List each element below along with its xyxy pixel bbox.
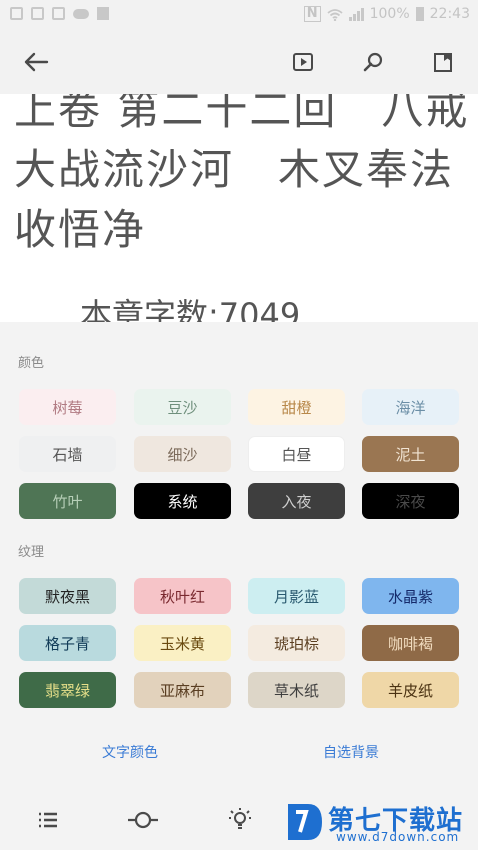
- texture-swatch[interactable]: 亚麻布: [134, 672, 231, 708]
- texture-swatch[interactable]: 默夜黑: [19, 578, 116, 614]
- battery-icon: [415, 7, 424, 21]
- brightness-button[interactable]: [127, 804, 159, 836]
- color-swatch[interactable]: 竹叶: [19, 483, 116, 519]
- texture-swatch[interactable]: 翡翠绿: [19, 672, 116, 708]
- arrow-left-icon: [24, 52, 49, 72]
- color-swatch[interactable]: 甜橙: [248, 389, 345, 425]
- texture-swatch[interactable]: 草木纸: [248, 672, 345, 708]
- nfc-icon: N: [303, 6, 321, 22]
- reading-page[interactable]: 上卷 第二十二回 八戒大战流沙河 木叉奉法收悟净 本章字数:7049: [0, 94, 478, 322]
- d7down-logo-icon: [288, 804, 322, 840]
- search-button[interactable]: [357, 46, 389, 78]
- color-swatch[interactable]: 泥土: [362, 436, 459, 472]
- night-mode-button[interactable]: [224, 804, 256, 836]
- texture-section-label: 纹理: [18, 545, 45, 560]
- image-notification-icon: [10, 7, 23, 20]
- clock: 22:43: [429, 6, 470, 22]
- color-section-label: 颜色: [18, 356, 45, 371]
- texture-swatch[interactable]: 咖啡褐: [362, 625, 459, 661]
- color-swatch[interactable]: 树莓: [19, 389, 116, 425]
- watermark: 第七下载站 www.d7down.com: [282, 798, 478, 850]
- cloud-icon: [73, 9, 89, 19]
- color-swatch[interactable]: 深夜: [362, 483, 459, 519]
- color-swatch[interactable]: 白昼: [248, 436, 345, 472]
- texture-swatch[interactable]: 羊皮纸: [362, 672, 459, 708]
- audio-read-button[interactable]: [287, 46, 319, 78]
- app-notification-icon: [52, 7, 65, 20]
- brightness-slider-icon: [128, 811, 158, 829]
- battery-percent: 100%: [369, 6, 410, 22]
- color-swatch[interactable]: 入夜: [248, 483, 345, 519]
- color-swatch[interactable]: 海洋: [362, 389, 459, 425]
- texture-swatch[interactable]: 水晶紫: [362, 578, 459, 614]
- color-swatch[interactable]: 系统: [134, 483, 231, 519]
- system-status: N 100% 22:43: [303, 6, 470, 22]
- bookmark-button[interactable]: [427, 46, 459, 78]
- storage-icon: [97, 7, 109, 20]
- notification-icons: [10, 7, 109, 20]
- status-bar: N 100% 22:43: [0, 0, 478, 30]
- lightbulb-icon: [229, 808, 251, 829]
- list-icon: [39, 812, 57, 828]
- text-color-link[interactable]: 文字颜色: [102, 742, 158, 762]
- chapter-title: 上卷 第二十二回 八戒大战流沙河 木叉奉法收悟净: [14, 94, 470, 254]
- texture-swatch[interactable]: 秋叶红: [134, 578, 231, 614]
- bookmark-icon: [434, 53, 452, 72]
- custom-background-link[interactable]: 自选背景: [323, 742, 379, 762]
- word-count: 本章字数:7049: [80, 296, 301, 322]
- catalog-button[interactable]: [32, 804, 64, 836]
- wifi-icon: [327, 8, 343, 21]
- signal-icon: [348, 7, 364, 21]
- texture-swatch[interactable]: 琥珀棕: [248, 625, 345, 661]
- back-button[interactable]: [20, 46, 52, 78]
- watermark-url: www.d7down.com: [336, 830, 460, 844]
- color-swatch[interactable]: 豆沙: [134, 389, 231, 425]
- background-settings-panel: 颜色 树莓 豆沙 甜橙 海洋石墙 细沙 白昼 泥土竹叶 系统 入夜 深夜 纹理 默夜黑 秋叶红 月影蓝…: [0, 322, 478, 850]
- texture-swatch[interactable]: 玉米黄: [134, 625, 231, 661]
- texture-swatch[interactable]: 格子青: [19, 625, 116, 661]
- flipboard-notification-icon: [31, 7, 44, 20]
- texture-swatch[interactable]: 月影蓝: [248, 578, 345, 614]
- play-box-icon: [293, 53, 313, 71]
- color-swatch[interactable]: 细沙: [134, 436, 231, 472]
- reader-toolbar: [0, 30, 478, 94]
- color-swatch[interactable]: 石墙: [19, 436, 116, 472]
- search-icon: [363, 52, 383, 72]
